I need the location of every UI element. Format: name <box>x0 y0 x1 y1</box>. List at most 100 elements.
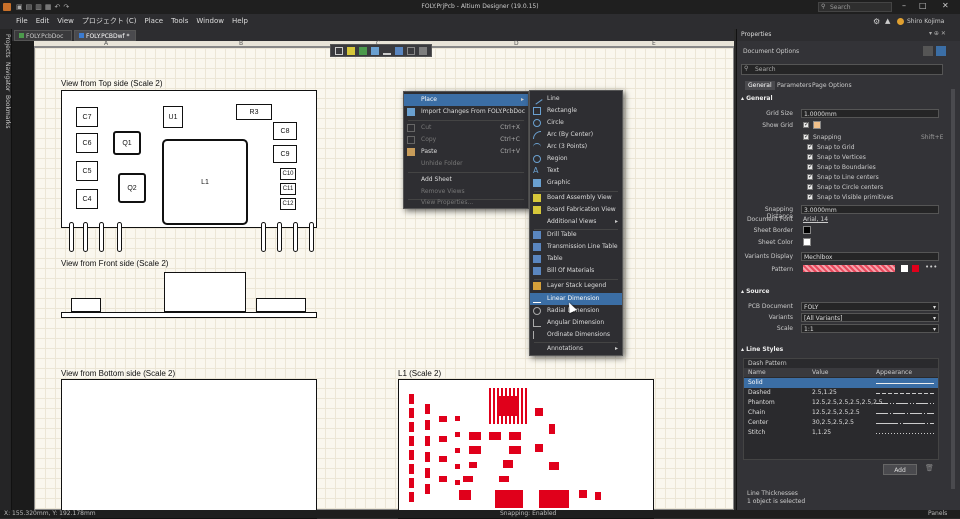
tab-bookmarks[interactable]: Bookmarks <box>1 95 11 129</box>
submenu-board-fabrication-view[interactable]: Board Fabrication View <box>530 204 622 216</box>
filter-icon[interactable] <box>923 46 933 56</box>
front-view-board[interactable] <box>61 272 317 322</box>
menu-item-import-changes[interactable]: Import Changes From FOLY.PcbDoc <box>404 106 528 118</box>
submenu-angular-dimension[interactable]: Angular Dimension <box>530 317 622 329</box>
submenu-circle[interactable]: Circle <box>530 117 622 129</box>
component-c10[interactable]: C10 <box>280 168 296 180</box>
snapping-distance-input[interactable]: 3.0000mm <box>801 205 939 214</box>
place-icon[interactable] <box>371 47 379 55</box>
pattern-fg-swatch[interactable] <box>912 265 919 272</box>
tab-navigator[interactable]: Navigator <box>1 62 11 92</box>
sheet-color-swatch[interactable] <box>803 238 811 246</box>
component-c7[interactable]: C7 <box>76 107 98 127</box>
panels-button[interactable]: Panels <box>928 510 947 517</box>
snap-to-circle-centers-checkbox[interactable] <box>807 183 813 190</box>
submenu-bill-of-materials[interactable]: Bill Of Materials <box>530 265 622 277</box>
table-row[interactable]: Chain 12.5,2.5,2.5,2.5 <box>744 408 938 418</box>
snap-to-vertices-checkbox[interactable] <box>807 153 813 160</box>
submenu-text[interactable]: A Text <box>530 165 622 177</box>
funnel-icon[interactable] <box>936 46 946 56</box>
bell-icon[interactable]: ▲ <box>885 17 890 25</box>
tab-page-options[interactable]: Page Options <box>809 81 855 90</box>
scale-select[interactable]: 1:1 ▾ <box>801 324 939 333</box>
snap-to-grid-checkbox[interactable] <box>807 143 813 150</box>
component-c4[interactable]: C4 <box>76 189 98 209</box>
component-c8[interactable]: C8 <box>273 122 297 140</box>
col-name[interactable]: Name <box>748 369 766 376</box>
menu-view[interactable]: View <box>53 14 78 29</box>
menu-item-copy[interactable]: Copy Ctrl+C <box>404 134 528 146</box>
snap-to-boundaries-checkbox[interactable] <box>807 163 813 170</box>
menu-item-unhide-folder[interactable]: Unhide Folder <box>404 158 528 170</box>
drawing-sheet[interactable]: View from Top side (Scale 2) C7 C6 C5 C4… <box>34 47 734 519</box>
menu-item-view-properties-visible[interactable]: View Properties... <box>404 198 528 208</box>
drawing-canvas[interactable]: A B C D E 1 2 3 4 View from Top side (Sc… <box>12 40 734 519</box>
submenu-rectangle[interactable]: Rectangle <box>530 105 622 117</box>
submenu-layer-stack-legend[interactable]: Layer Stack Legend <box>530 280 622 292</box>
panel-menu-icon[interactable]: ▾ ⊕ ✕ <box>929 30 946 37</box>
menu-file[interactable]: File <box>12 14 32 29</box>
menu-help[interactable]: Help <box>228 14 252 29</box>
source-section-header[interactable]: ▴ Source <box>741 288 769 295</box>
col-appearance[interactable]: Appearance <box>876 369 912 376</box>
snap-icon[interactable] <box>359 47 367 55</box>
submenu-graphic[interactable]: Graphic <box>530 177 622 189</box>
table-row[interactable]: Dashed 2.5,1.25 <box>744 388 938 398</box>
table-row[interactable]: Solid <box>744 378 938 388</box>
component-r3[interactable]: R3 <box>236 104 272 120</box>
submenu-arc-center[interactable]: Arc (By Center) <box>530 129 622 141</box>
menu-place[interactable]: Place <box>140 14 167 29</box>
snap-to-line-centers-checkbox[interactable] <box>807 173 813 180</box>
submenu-transmission-line-table[interactable]: Transmission Line Table <box>530 241 622 253</box>
l1-view-board[interactable] <box>398 379 654 519</box>
user-name[interactable]: Shiro Kojima <box>907 18 944 25</box>
component-l1[interactable]: L1 <box>162 139 248 225</box>
submenu-line[interactable]: Line <box>530 93 622 105</box>
menu-item-remove-views[interactable]: Remove Views <box>404 186 528 198</box>
tab-pcbdoc[interactable]: FOLY.PcbDoc <box>14 30 72 41</box>
menu-item-cut[interactable]: Cut Ctrl+X <box>404 122 528 134</box>
tab-projects[interactable]: Projects <box>1 33 11 59</box>
global-search[interactable]: ⚲ Search <box>818 2 892 12</box>
component-c5[interactable]: C5 <box>76 161 98 181</box>
line-icon[interactable] <box>407 47 415 55</box>
submenu-arc-3points[interactable]: Arc (3 Points) <box>530 141 622 153</box>
close-button[interactable]: ✕ <box>942 1 949 10</box>
grid-color-swatch[interactable] <box>813 121 821 129</box>
table-row[interactable]: Center 30,2.5,2.5,2.5 <box>744 418 938 428</box>
grid-size-input[interactable]: 1.0000mm <box>801 109 939 118</box>
tab-general[interactable]: General <box>745 81 775 90</box>
show-grid-checkbox[interactable] <box>803 121 809 128</box>
component-u1[interactable]: U1 <box>163 106 183 128</box>
component-c9[interactable]: C9 <box>273 145 297 163</box>
submenu-annotations[interactable]: Annotations ▸ <box>530 343 622 355</box>
submenu-linear-dimension[interactable]: Linear Dimension <box>530 293 622 305</box>
add-button[interactable]: Add <box>883 464 917 475</box>
maximize-button[interactable]: □ <box>919 1 927 10</box>
component-q1[interactable]: Q1 <box>113 131 141 155</box>
snapping-checkbox[interactable] <box>803 133 809 140</box>
line-thicknesses-label[interactable]: Line Thicknesses <box>747 490 798 497</box>
pattern-bg-swatch[interactable] <box>901 265 908 272</box>
trash-icon[interactable]: 🗑 <box>925 464 934 472</box>
pin-icon[interactable] <box>347 47 355 55</box>
pcb-document-select[interactable]: FOLY ▾ <box>801 302 939 311</box>
menu-window[interactable]: Window <box>192 14 228 29</box>
component-q2[interactable]: Q2 <box>118 173 146 203</box>
submenu-board-assembly-view[interactable]: Board Assembly View <box>530 192 622 204</box>
submenu-ordinate-dimensions[interactable]: Ordinate Dimensions <box>530 329 622 341</box>
properties-search[interactable]: ⚲ Search <box>741 64 943 75</box>
filter-icon[interactable] <box>335 47 343 55</box>
pattern-swatch[interactable] <box>803 265 895 272</box>
gear-icon[interactable]: ⚙ <box>873 17 880 26</box>
variants-select[interactable]: [All Variants] ▾ <box>801 313 939 322</box>
submenu-radial-dimension[interactable]: Radial Dimension <box>530 305 622 317</box>
sheet-border-swatch[interactable] <box>803 226 811 234</box>
graphic-icon[interactable] <box>419 47 427 55</box>
submenu-region[interactable]: Region <box>530 153 622 165</box>
general-section-header[interactable]: ▴ General <box>741 95 773 102</box>
avatar[interactable] <box>897 18 904 25</box>
menu-project[interactable]: プロジェクト (C) <box>78 14 141 29</box>
submenu-additional-views[interactable]: Additional Views ▸ <box>530 216 622 228</box>
more-options-icon[interactable]: ••• <box>925 263 937 271</box>
